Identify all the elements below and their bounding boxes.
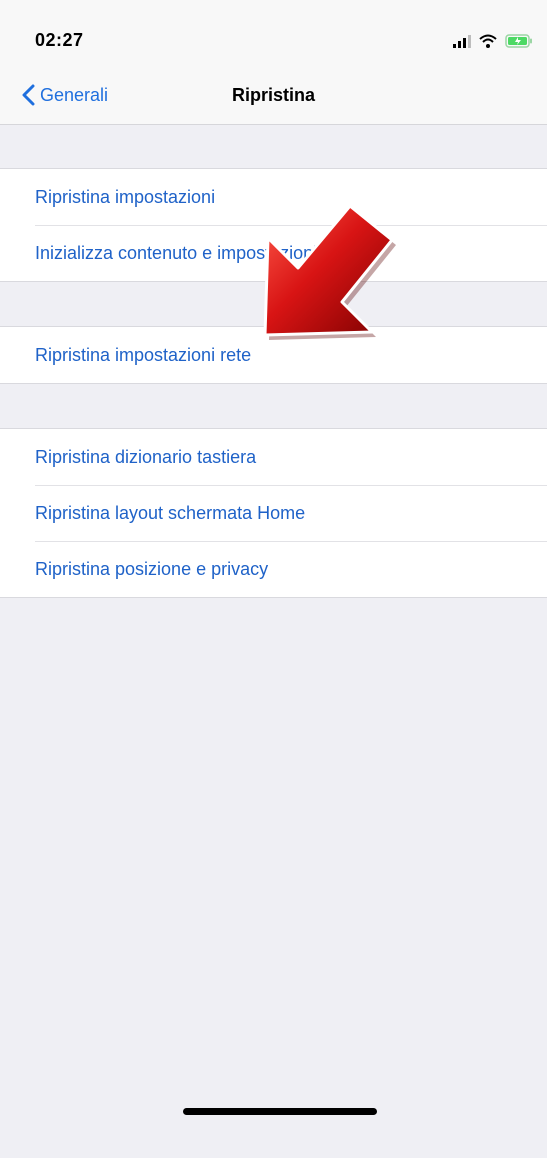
page-title: Ripristina xyxy=(231,85,315,105)
list-item-reset-settings[interactable]: Ripristina impostazioni xyxy=(0,169,547,225)
battery-charging-icon xyxy=(505,34,532,48)
home-indicator[interactable] xyxy=(183,1108,377,1115)
status-bar: 02:27 xyxy=(0,0,547,66)
list-item-label: Ripristina layout schermata Home xyxy=(35,502,306,523)
list-item-reset-home-layout[interactable]: Ripristina layout schermata Home xyxy=(0,485,547,541)
status-time: 02:27 xyxy=(35,30,84,50)
settings-group-network: Ripristina impostazioni rete xyxy=(0,326,547,384)
list-item-reset-keyboard-dictionary[interactable]: Ripristina dizionario tastiera xyxy=(0,429,547,485)
list-item-label: Ripristina dizionario tastiera xyxy=(35,446,257,467)
list-item-label: Ripristina impostazioni xyxy=(35,186,216,207)
list-item-label: Inizializza contenuto e impostazioni xyxy=(35,242,318,263)
list-item-label: Ripristina posizione e privacy xyxy=(35,558,269,579)
list-item-reset-network-settings[interactable]: Ripristina impostazioni rete xyxy=(0,327,547,383)
wifi-icon xyxy=(479,34,497,48)
navigation-bar: Generali Ripristina xyxy=(0,66,547,125)
list-item-reset-location-privacy[interactable]: Ripristina posizione e privacy xyxy=(0,541,547,597)
cellular-signal-icon xyxy=(453,35,471,48)
list-item-label: Ripristina impostazioni rete xyxy=(35,344,252,365)
list-item-erase-content[interactable]: Inizializza contenuto e impostazioni xyxy=(0,225,547,281)
settings-group-other: Ripristina dizionario tastiera Ripristin… xyxy=(0,428,547,598)
settings-group-reset: Ripristina impostazioni Inizializza cont… xyxy=(0,168,547,282)
status-icons xyxy=(453,32,533,48)
